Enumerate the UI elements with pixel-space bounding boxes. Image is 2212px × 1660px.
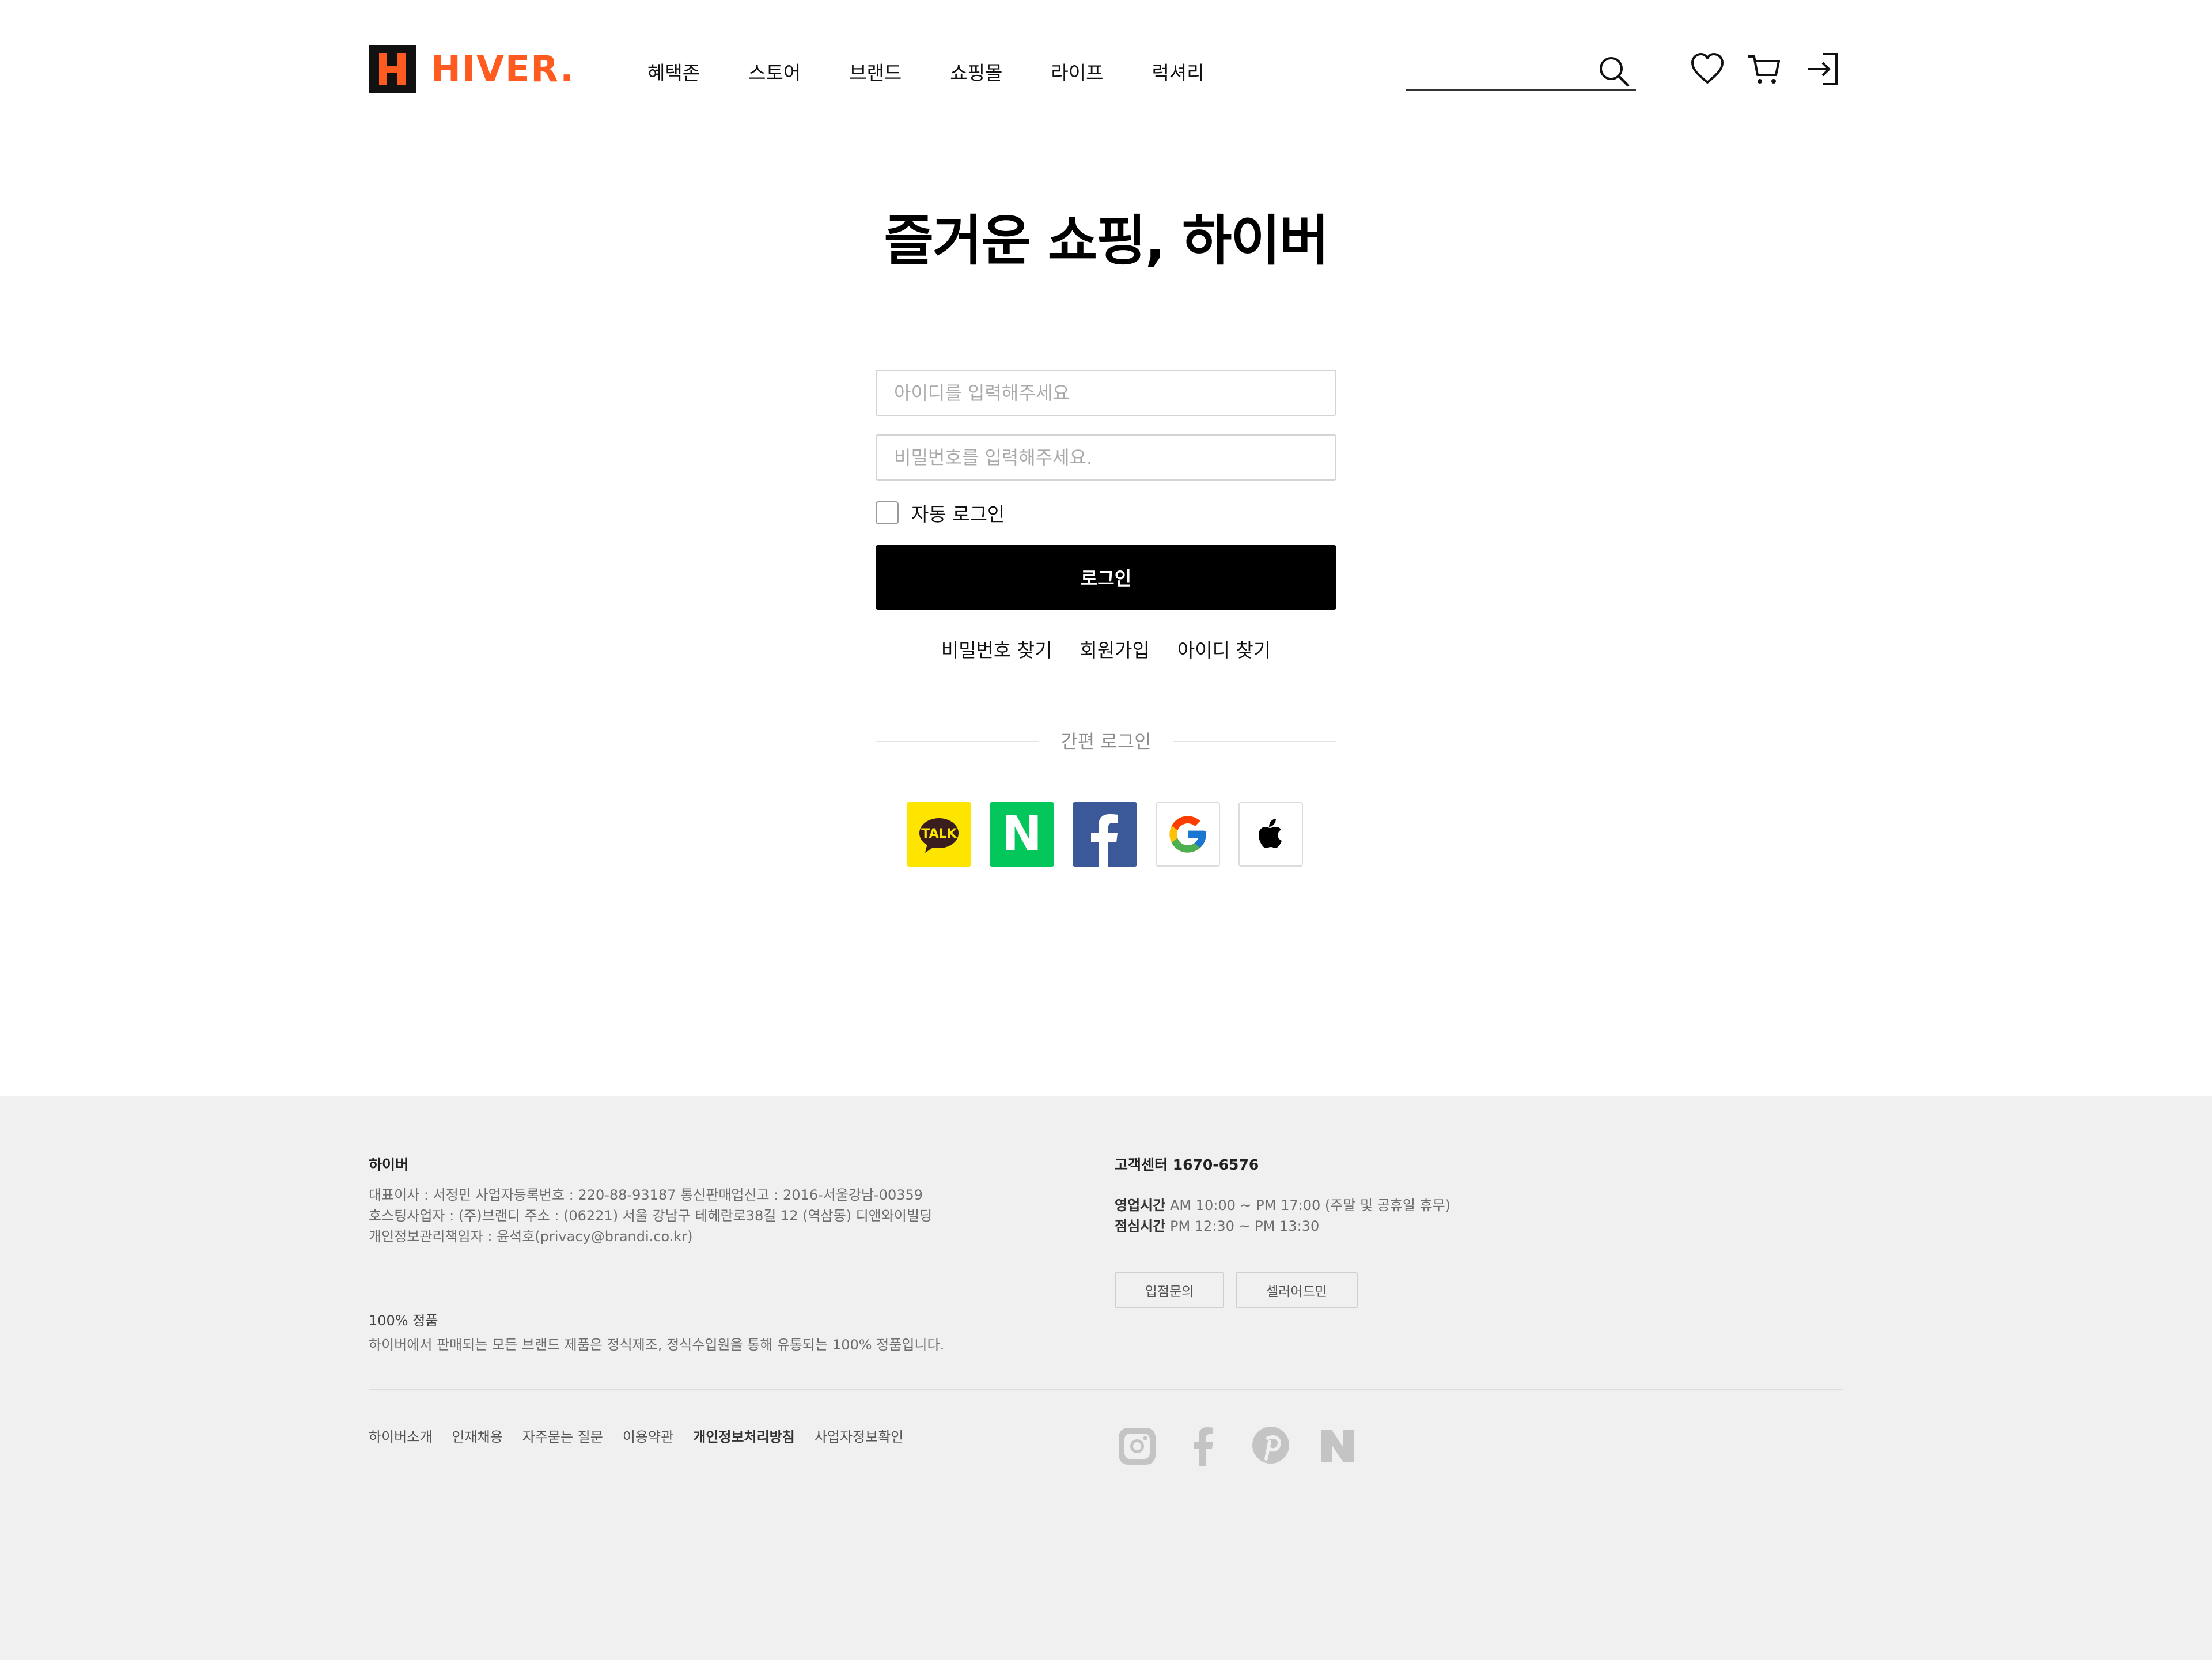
footer-links: 하이버소개 인재채용 자주묻는 질문 이용약관 개인정보처리방침 사업자정보확인: [369, 1425, 923, 1446]
customer-center: 고객센터 1670-6576: [1115, 1156, 1259, 1173]
nav-item-mall[interactable]: 쇼핑몰: [950, 60, 1002, 86]
footer-divider: [369, 1389, 1843, 1390]
google-login-button[interactable]: [1156, 802, 1220, 867]
signup-link[interactable]: 회원가입: [1080, 636, 1149, 665]
simple-login-label: 간편 로그인: [1060, 731, 1152, 753]
naver-login-button[interactable]: N: [990, 802, 1054, 867]
footer-link-faq[interactable]: 자주묻는 질문: [522, 1425, 603, 1446]
id-field[interactable]: [876, 370, 1336, 416]
facebook-icon[interactable]: [1182, 1424, 1226, 1468]
lunch-label: 점심시간: [1115, 1218, 1166, 1234]
nav-item-benefit-zone[interactable]: 혜택존: [647, 60, 700, 86]
auto-login-label: 자동 로그인: [911, 503, 1005, 525]
search-input[interactable]: [1406, 53, 1590, 85]
footer-link-terms[interactable]: 이용약관: [623, 1425, 673, 1446]
lunch-value: PM 12:30 ~ PM 13:30: [1169, 1218, 1320, 1234]
footer-company-name: 하이버: [369, 1156, 409, 1173]
footer-info-line: 호스팅사업자 : (주)브랜디 주소 : (06221) 서울 강남구 테헤란로…: [369, 1208, 933, 1224]
footer-link-privacy[interactable]: 개인정보처리방침: [693, 1425, 795, 1446]
hiver-logo[interactable]: HIVER.: [369, 45, 575, 93]
site-header: HIVER. 혜택존 스토어 브랜드 쇼핑몰 라이프 럭셔리: [0, 0, 2212, 138]
genuine-text: 하이버에서 판매되는 모든 브랜드 제품은 정식제조, 정식수입원을 통해 유통…: [369, 1337, 945, 1353]
hours-value: AM 10:00 ~ PM 17:00 (주말 및 공휴일 휴무): [1169, 1197, 1451, 1213]
kakao-login-button[interactable]: TALK: [907, 802, 971, 867]
heart-icon[interactable]: [1689, 51, 1726, 88]
naver-icon[interactable]: [1316, 1424, 1359, 1468]
instagram-icon[interactable]: [1115, 1424, 1159, 1468]
hours-label: 영업시간: [1115, 1197, 1166, 1213]
main-nav: 혜택존 스토어 브랜드 쇼핑몰 라이프 럭셔리: [647, 60, 1253, 86]
nav-item-brand[interactable]: 브랜드: [849, 60, 902, 86]
password-field[interactable]: [876, 434, 1336, 481]
hiver-logo-mark: [369, 45, 416, 93]
cart-icon[interactable]: [1747, 51, 1783, 88]
site-footer: 하이버 대표이사 : 서정민 사업자등록번호 : 220-88-93187 통신…: [0, 1096, 2212, 1660]
naver-letter: N: [1002, 806, 1042, 862]
account-links: 비밀번호 찾기 회원가입 아이디 찾기: [0, 636, 2212, 665]
footer-link-careers[interactable]: 인재채용: [452, 1425, 502, 1446]
find-password-link[interactable]: 비밀번호 찾기: [941, 636, 1052, 665]
google-icon: [1169, 816, 1206, 853]
auto-login-checkbox[interactable]: [876, 501, 899, 524]
footer-link-business-info[interactable]: 사업자정보확인: [815, 1425, 904, 1446]
apple-login-button[interactable]: [1238, 802, 1303, 867]
page-title: 즐거운 쇼핑, 하이버: [884, 210, 1329, 273]
login-button[interactable]: 로그인: [876, 545, 1336, 610]
facebook-login-button[interactable]: [1073, 802, 1137, 867]
pinterest-icon[interactable]: [1249, 1424, 1293, 1468]
footer-company-info: 대표이사 : 서정민 사업자등록번호 : 220-88-93187 통신판매업신…: [369, 1185, 932, 1247]
nav-item-life[interactable]: 라이프: [1051, 60, 1103, 86]
apple-icon: [1259, 819, 1282, 848]
naver-icon: N: [1002, 806, 1042, 862]
seller-admin-button[interactable]: 셀러어드민: [1236, 1272, 1358, 1308]
footer-info-line: 개인정보관리책임자 : 윤석호(privacy@brandi.co.kr): [369, 1228, 693, 1245]
nav-item-luxury[interactable]: 럭셔리: [1152, 60, 1204, 86]
nav-item-store[interactable]: 스토어: [748, 60, 801, 86]
partner-inquiry-button[interactable]: 입점문의: [1115, 1272, 1224, 1308]
divider-right: [1173, 741, 1336, 742]
login-icon[interactable]: [1804, 51, 1841, 88]
footer-info-line: 대표이사 : 서정민 사업자등록번호 : 220-88-93187 통신판매업신…: [369, 1187, 923, 1203]
facebook-icon: [1091, 814, 1118, 867]
business-hours: 영업시간 AM 10:00 ~ PM 17:00 (주말 및 공휴일 휴무) 점…: [1115, 1195, 1450, 1237]
footer-link-about[interactable]: 하이버소개: [369, 1425, 432, 1446]
auto-login-option[interactable]: 자동 로그인: [876, 500, 1005, 525]
kakao-talk-icon: TALK: [919, 818, 959, 853]
kakao-talk-text: TALK: [921, 827, 957, 841]
hiver-logo-text: HIVER.: [431, 48, 575, 90]
genuine-title: 100% 정품: [369, 1313, 438, 1329]
search-box: [1406, 50, 1636, 91]
search-icon[interactable]: [1596, 53, 1633, 90]
find-id-link[interactable]: 아이디 찾기: [1177, 636, 1271, 665]
